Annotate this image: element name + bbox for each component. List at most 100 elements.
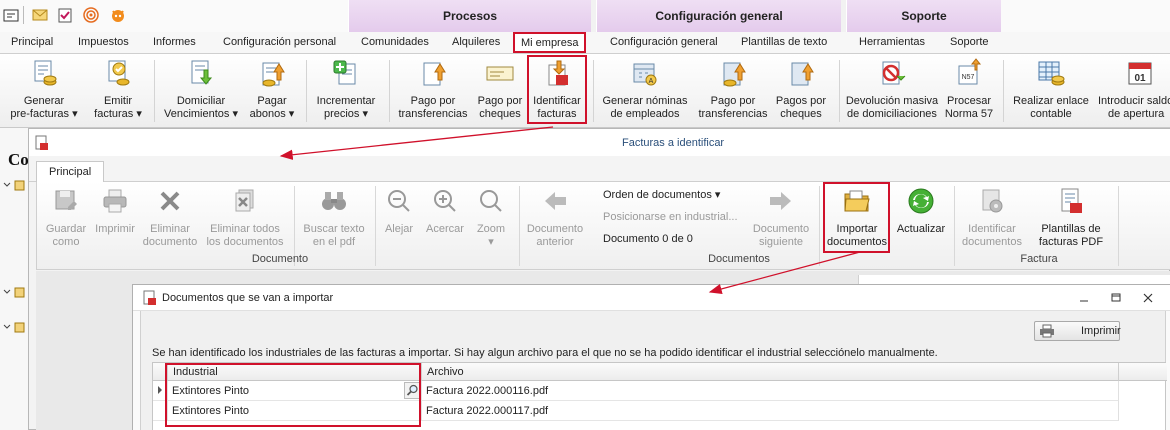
group-title: Configuración general [655, 9, 783, 23]
document-plus-icon [333, 60, 356, 85]
tab-mi-empresa[interactable]: Mi empresa [513, 32, 587, 53]
arrow-left-icon [545, 192, 566, 210]
button-label: anterior [536, 236, 574, 248]
posicionarse-industrial-field[interactable]: Posicionarse en industrial... [603, 211, 738, 223]
tab-alquileres[interactable]: Alquileres [452, 36, 500, 48]
ribbon-divider [519, 186, 520, 266]
minimize-icon[interactable] [1078, 292, 1090, 304]
generar-prefacturas-button[interactable]: Generar pre-facturas ▾ [8, 58, 80, 121]
document-counter: Documento 0 de 0 [603, 233, 693, 245]
tab-soporte[interactable]: Soporte [950, 36, 989, 48]
button-label: Incrementar [316, 95, 376, 107]
button-label: contable [1030, 108, 1072, 120]
orden-documentos-dropdown[interactable]: Orden de documentos ▾ [603, 188, 720, 201]
domiciliar-vencimientos-button[interactable]: Domiciliar Vencimientos ▾ [160, 58, 242, 121]
maximize-icon[interactable] [1110, 292, 1122, 304]
window-title: Facturas a identificar [622, 137, 725, 149]
mascot-icon[interactable] [110, 7, 126, 23]
button-label: documentos [962, 236, 1022, 248]
devolucion-masiva-button[interactable]: Devolución masiva de domiciliaciones [843, 58, 941, 121]
button-label: como [52, 236, 80, 248]
ribbon-divider [839, 60, 840, 122]
window-tab-row: Principal [29, 156, 1170, 183]
toolbar-divider [23, 6, 24, 24]
eliminar-documento-button[interactable]: Eliminar documento [141, 187, 199, 249]
tab-comunidades[interactable]: Comunidades [361, 36, 429, 48]
button-label: Devolución masiva [845, 95, 939, 107]
calendar-01-icon: 01 [1128, 62, 1152, 85]
eliminar-todos-button[interactable]: Eliminar todos los documentos [204, 187, 286, 249]
window-title-bar: Facturas a identificar [29, 129, 1170, 156]
pago-cheques-button[interactable]: Pago por cheques [473, 58, 527, 121]
incrementar-precios-button[interactable]: Incrementar precios ▾ [310, 58, 382, 121]
zoom-in-icon [434, 190, 456, 212]
guardar-como-button[interactable]: Guardar como [42, 187, 90, 249]
tab-configuracion-general[interactable]: Configuración general [610, 36, 718, 48]
pago-transferencias-button[interactable]: Pago por transferencias [394, 58, 472, 121]
pagos-cheques-button[interactable]: Pagos por cheques [773, 58, 829, 121]
magnifier-icon [480, 190, 502, 212]
button-label: facturas PDF [1038, 236, 1104, 248]
introducir-saldo-button[interactable]: 01 Introducir saldo de apertura [1097, 58, 1170, 121]
procesar-norma-button[interactable]: N57 Procesar Norma 57 [943, 58, 995, 121]
tab-principal[interactable]: Principal [36, 161, 105, 183]
archivo-cell[interactable]: Factura 2022.000117.pdf [422, 401, 1119, 421]
pdf-icon [35, 135, 48, 150]
button-label: Emitir [103, 95, 133, 107]
button-label: Introducir saldo [1098, 95, 1170, 107]
realizar-enlace-button[interactable]: Realizar enlace contable [1008, 58, 1094, 121]
buscar-texto-button[interactable]: Buscar texto en el pdf [299, 187, 369, 249]
button-label: Procesar [946, 95, 992, 107]
tab-plantillas-texto[interactable]: Plantillas de texto [741, 36, 827, 48]
app-menu-icon[interactable] [3, 7, 19, 23]
zoom-button[interactable]: Zoom ▾ [470, 187, 512, 249]
binoculars-icon [322, 192, 346, 210]
pagos-transferencias-nomina-button[interactable]: Pago por transferencias [694, 58, 772, 121]
tab-configuracion-personal[interactable]: Configuración personal [223, 36, 336, 48]
button-label: Pagos por [775, 95, 827, 107]
pdf-template-icon [1061, 188, 1082, 213]
rss-icon[interactable] [83, 7, 99, 23]
tab-impuestos[interactable]: Impuestos [78, 36, 129, 48]
button-label: Documento [752, 223, 810, 235]
column-header-archivo[interactable]: Archivo [422, 363, 1119, 381]
imprimir-button[interactable]: Imprimir [1034, 321, 1121, 341]
tab-principal[interactable]: Principal [11, 36, 53, 48]
highlight-industrial-column [165, 363, 421, 427]
tab-herramientas[interactable]: Herramientas [859, 36, 925, 48]
save-as-icon [55, 190, 77, 210]
pdf-icon [143, 290, 156, 305]
mail-icon[interactable] [32, 7, 48, 23]
tree-expander-icon[interactable] [3, 180, 25, 192]
button-label: de domiciliaciones [847, 108, 937, 120]
archivo-cell[interactable]: Factura 2022.000116.pdf [422, 381, 1119, 401]
documento-anterior-button[interactable]: Documento anterior [524, 187, 586, 249]
generar-nominas-button[interactable]: A Generar nóminas de empleados [600, 58, 690, 121]
info-message: Se han identificado los industriales de … [152, 347, 938, 359]
clipboard-check-icon[interactable] [57, 7, 73, 23]
close-icon[interactable] [1142, 292, 1154, 304]
group-title: Procesos [442, 9, 498, 23]
documento-siguiente-button[interactable]: Documento siguiente [747, 187, 815, 249]
button-label: precios ▾ [323, 108, 369, 120]
svg-text:01: 01 [1134, 73, 1146, 84]
ribbon-tab-row: Principal Impuestos Informes Configuraci… [0, 32, 1170, 54]
button-label: Domiciliar [176, 95, 226, 107]
actualizar-button[interactable]: Actualizar [894, 187, 948, 236]
button-label: facturas ▾ [94, 108, 142, 120]
tab-informes[interactable]: Informes [153, 36, 196, 48]
document-down-arrow-icon [191, 60, 213, 85]
emitir-facturas-button[interactable]: Emitir facturas ▾ [88, 58, 148, 121]
plantillas-facturas-pdf-button[interactable]: Plantillas de facturas PDF [1030, 187, 1112, 249]
imprimir-button[interactable]: Imprimir [93, 187, 137, 236]
background-panel: Co [0, 128, 29, 430]
identificar-documentos-button[interactable]: Identificar documentos [960, 187, 1024, 249]
tree-expander-icon[interactable] [3, 322, 25, 334]
cheque-icon [486, 66, 514, 81]
highlight-importar-documentos [823, 182, 890, 253]
document-gear-icon [982, 189, 1003, 213]
acercar-button[interactable]: Acercar [423, 187, 467, 236]
alejar-button[interactable]: Alejar [379, 187, 419, 236]
tree-expander-icon[interactable] [3, 287, 25, 299]
pagar-abonos-button[interactable]: Pagar abonos ▾ [244, 58, 300, 121]
